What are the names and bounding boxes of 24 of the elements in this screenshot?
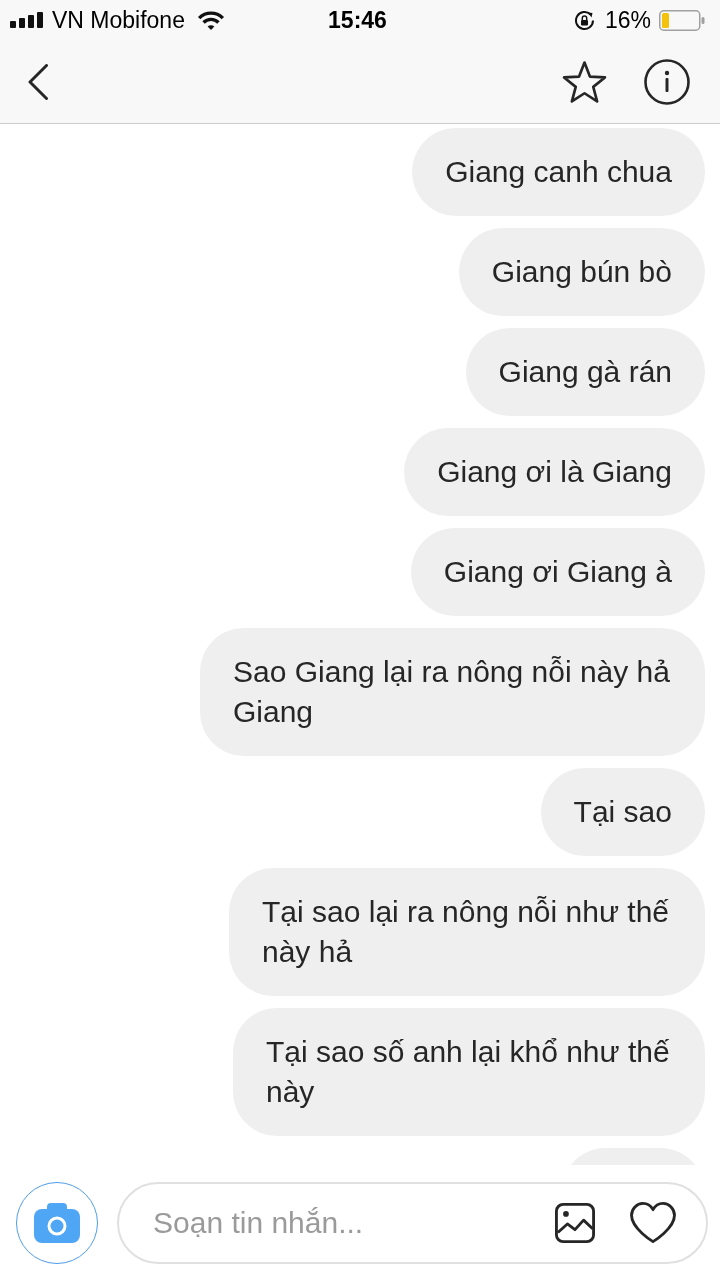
message-bubble: Tại sao xyxy=(540,768,705,856)
wifi-icon xyxy=(196,9,225,31)
back-icon[interactable] xyxy=(27,63,49,100)
battery-icon xyxy=(659,9,705,31)
battery-percentage: 16% xyxy=(604,6,651,34)
clock-time: 15:46 xyxy=(328,6,387,34)
image-icon[interactable] xyxy=(555,1202,595,1243)
rotation-lock-icon xyxy=(573,9,595,31)
info-icon[interactable] xyxy=(644,58,690,105)
star-icon[interactable] xyxy=(562,60,607,103)
message-bubble: Giang canh chua xyxy=(412,128,705,216)
message-field[interactable]: Soạn tin nhắn... xyxy=(117,1181,708,1264)
heart-icon[interactable] xyxy=(629,1201,677,1244)
message-bubble: Giang ơi Giang à xyxy=(410,528,705,616)
carrier-name: VN Mobifone xyxy=(52,6,185,34)
message-bubble: Tại sao lại ra nông nỗi như thế này hả xyxy=(229,868,705,996)
message-bubble: Sao Giang lại ra nông nỗi này hả Giang xyxy=(200,628,705,756)
camera-icon xyxy=(34,1202,80,1243)
signal-icon xyxy=(10,12,43,28)
message-bubble: Giang ơi là Giang xyxy=(404,428,705,516)
message-bubble: Tại sao số anh lại khổ như thế này xyxy=(233,1008,705,1136)
message-bubble: Giang bún bò xyxy=(458,228,705,316)
message-input[interactable]: Soạn tin nhắn... xyxy=(153,1200,539,1245)
message-bubble: Giang gà rán xyxy=(465,328,705,416)
